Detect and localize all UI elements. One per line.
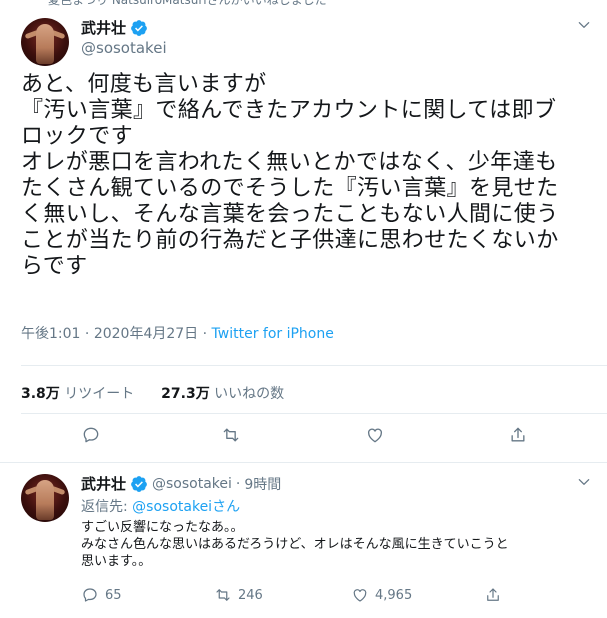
share-icon — [487, 588, 499, 601]
retweet-count: 3.8万 — [21, 386, 60, 402]
main-actions — [0, 425, 607, 453]
divider — [21, 365, 607, 366]
heart-icon — [368, 428, 382, 443]
tweet-body-line: らです — [21, 254, 88, 279]
tweet-body-line: く無いし、そんな言葉を会ったこともない人間に使う — [21, 202, 559, 227]
tweet-time[interactable]: 午後1:01 — [21, 326, 80, 342]
author-handle[interactable]: @sosotakei — [152, 476, 232, 492]
tweet-body-line: たくさん観ているのでそうした『汚い言葉』を見せた — [21, 176, 559, 201]
tweet-date[interactable]: 2020年4月27日 — [94, 326, 198, 342]
author-name[interactable]: 武井壮 — [81, 473, 126, 494]
retweet-label: リツイート — [64, 386, 135, 402]
like-label: いいねの数 — [214, 386, 285, 402]
tweet-meta: 午後1:01 · 2020年4月27日 · Twitter for iPhone — [21, 323, 334, 343]
tweet-time-ago[interactable]: 9時間 — [244, 474, 281, 494]
like-count: 27.3万 — [161, 386, 210, 402]
reply-author-row: 武井壮 @sosotakei · 9時間 — [81, 473, 281, 494]
avatar[interactable] — [21, 474, 69, 522]
reply-body-line: すごい反響になったなあ。。 — [81, 520, 244, 535]
like-count: 4,965 — [375, 587, 413, 603]
like-button[interactable]: 4,965 — [351, 586, 412, 604]
retweet-icon — [216, 589, 230, 601]
chevron-down-icon[interactable] — [577, 475, 591, 489]
retweet-count: 246 — [238, 587, 263, 603]
meta-separator: · — [202, 326, 208, 342]
heart-icon — [353, 589, 367, 602]
reply-actions: 65 246 4,965 — [0, 586, 607, 614]
tweet-body-line: オレが悪口を言われたく無いとかではなく、少年達も — [21, 150, 558, 175]
reply-to-suffix: さん — [212, 499, 241, 515]
author-name-row[interactable]: 武井壮 — [81, 17, 148, 38]
reply-button[interactable] — [81, 425, 101, 445]
retweet-button[interactable]: 246 — [214, 586, 263, 604]
tweet-stats: 3.8万 リツイート 27.3万 いいねの数 — [21, 383, 284, 403]
reply-icon — [83, 588, 97, 602]
verified-badge-icon — [131, 19, 147, 36]
retweet-icon — [223, 428, 239, 442]
retweet-stat[interactable]: 3.8万 リツイート — [21, 386, 134, 402]
liked-by-text: 夏色まつり NatsuiroMatsuriさんがいいねしました — [48, 0, 327, 7]
reply-to-label: 返信先: — [81, 499, 128, 515]
tweet-body-line: ことが当たり前の行為だと子供達に思わせたくないか — [21, 228, 559, 253]
share-button[interactable] — [508, 425, 528, 445]
avatar[interactable] — [21, 18, 69, 66]
tweet-body-line: ロックです — [21, 124, 134, 149]
like-button[interactable] — [365, 425, 385, 445]
share-icon — [511, 427, 525, 442]
verified-badge-icon — [131, 475, 147, 492]
divider — [0, 462, 607, 463]
meta-separator: · — [235, 475, 241, 492]
meta-separator: · — [84, 326, 90, 342]
liked-by-context: 夏色まつり NatsuiroMatsuriさんがいいねしました — [0, 0, 607, 8]
reply-count: 65 — [105, 587, 122, 603]
reply-body: すごい反響になったなあ。。 みなさん色んな思いはあるだろうけど、オレはそんな風に… — [81, 519, 601, 570]
reply-body-line: みなさん色んな思いはあるだろうけど、オレはそんな風に生きていこうと — [81, 537, 509, 552]
retweet-button[interactable] — [221, 425, 241, 445]
reply-body-line: 思います。。 — [81, 554, 152, 569]
share-button[interactable] — [484, 586, 502, 604]
tweet-body-line: 『汚い言葉』で絡んできたアカウントに関しては即ブ — [21, 98, 557, 123]
reply-to-line: 返信先: @sosotakeiさん — [81, 496, 240, 516]
reply-icon — [83, 427, 99, 443]
reply-to-handle[interactable]: @sosotakei — [132, 499, 212, 515]
chevron-down-icon[interactable] — [577, 18, 591, 32]
author-name[interactable]: 武井壮 — [81, 17, 126, 38]
reply-button[interactable]: 65 — [81, 586, 122, 604]
author-handle[interactable]: @sosotakei — [81, 39, 167, 57]
tweet-source-link[interactable]: Twitter for iPhone — [212, 326, 334, 342]
tweet-body: あと、何度も言いますが 『汚い言葉』で絡んできたアカウントに関しては即ブ ロック… — [21, 72, 591, 280]
divider — [21, 413, 607, 414]
tweet-body-line: あと、何度も言いますが — [21, 72, 267, 97]
like-stat[interactable]: 27.3万 いいねの数 — [161, 386, 284, 402]
